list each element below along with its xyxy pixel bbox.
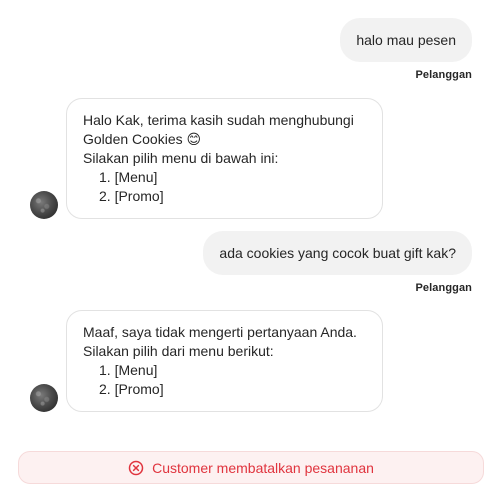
banner-text: Customer membatalkan pesananan: [152, 459, 374, 476]
message-line: Silakan pilih menu di bawah ini:: [83, 150, 279, 166]
menu-options: 1. [Menu] 2. [Promo]: [83, 361, 366, 399]
menu-options: 1. [Menu] 2. [Promo]: [83, 168, 366, 206]
outgoing-bubble: halo mau pesen: [340, 18, 472, 62]
x-circle-icon: [128, 460, 144, 476]
menu-option[interactable]: 1. [Menu]: [99, 361, 366, 380]
incoming-bubble: Halo Kak, terima kasih sudah menghubungi…: [66, 98, 383, 219]
sender-label: Pelanggan: [415, 282, 472, 294]
message-line: Maaf, saya tidak mengerti pertanyaan And…: [83, 324, 357, 340]
incoming-message: Maaf, saya tidak mengerti pertanyaan And…: [30, 310, 383, 412]
incoming-bubble: Maaf, saya tidak mengerti pertanyaan And…: [66, 310, 383, 412]
menu-option[interactable]: 2. [Promo]: [99, 187, 366, 206]
menu-option[interactable]: 1. [Menu]: [99, 168, 366, 187]
bot-avatar: [30, 191, 58, 219]
message-line: Golden Cookies 😊: [83, 131, 202, 147]
menu-option[interactable]: 2. [Promo]: [99, 380, 366, 399]
message-line: Halo Kak, terima kasih sudah menghubungi: [83, 112, 354, 128]
order-cancelled-banner: Customer membatalkan pesananan: [18, 451, 484, 484]
incoming-message: Halo Kak, terima kasih sudah menghubungi…: [30, 98, 383, 219]
message-line: Silakan pilih dari menu berikut:: [83, 343, 274, 359]
bot-avatar: [30, 384, 58, 412]
outgoing-bubble: ada cookies yang cocok buat gift kak?: [203, 231, 472, 275]
chat-window: halo mau pesen Pelanggan Halo Kak, terim…: [0, 0, 502, 500]
sender-label: Pelanggan: [415, 69, 472, 81]
outgoing-message: halo mau pesen: [340, 18, 472, 62]
outgoing-message: ada cookies yang cocok buat gift kak?: [203, 231, 472, 275]
